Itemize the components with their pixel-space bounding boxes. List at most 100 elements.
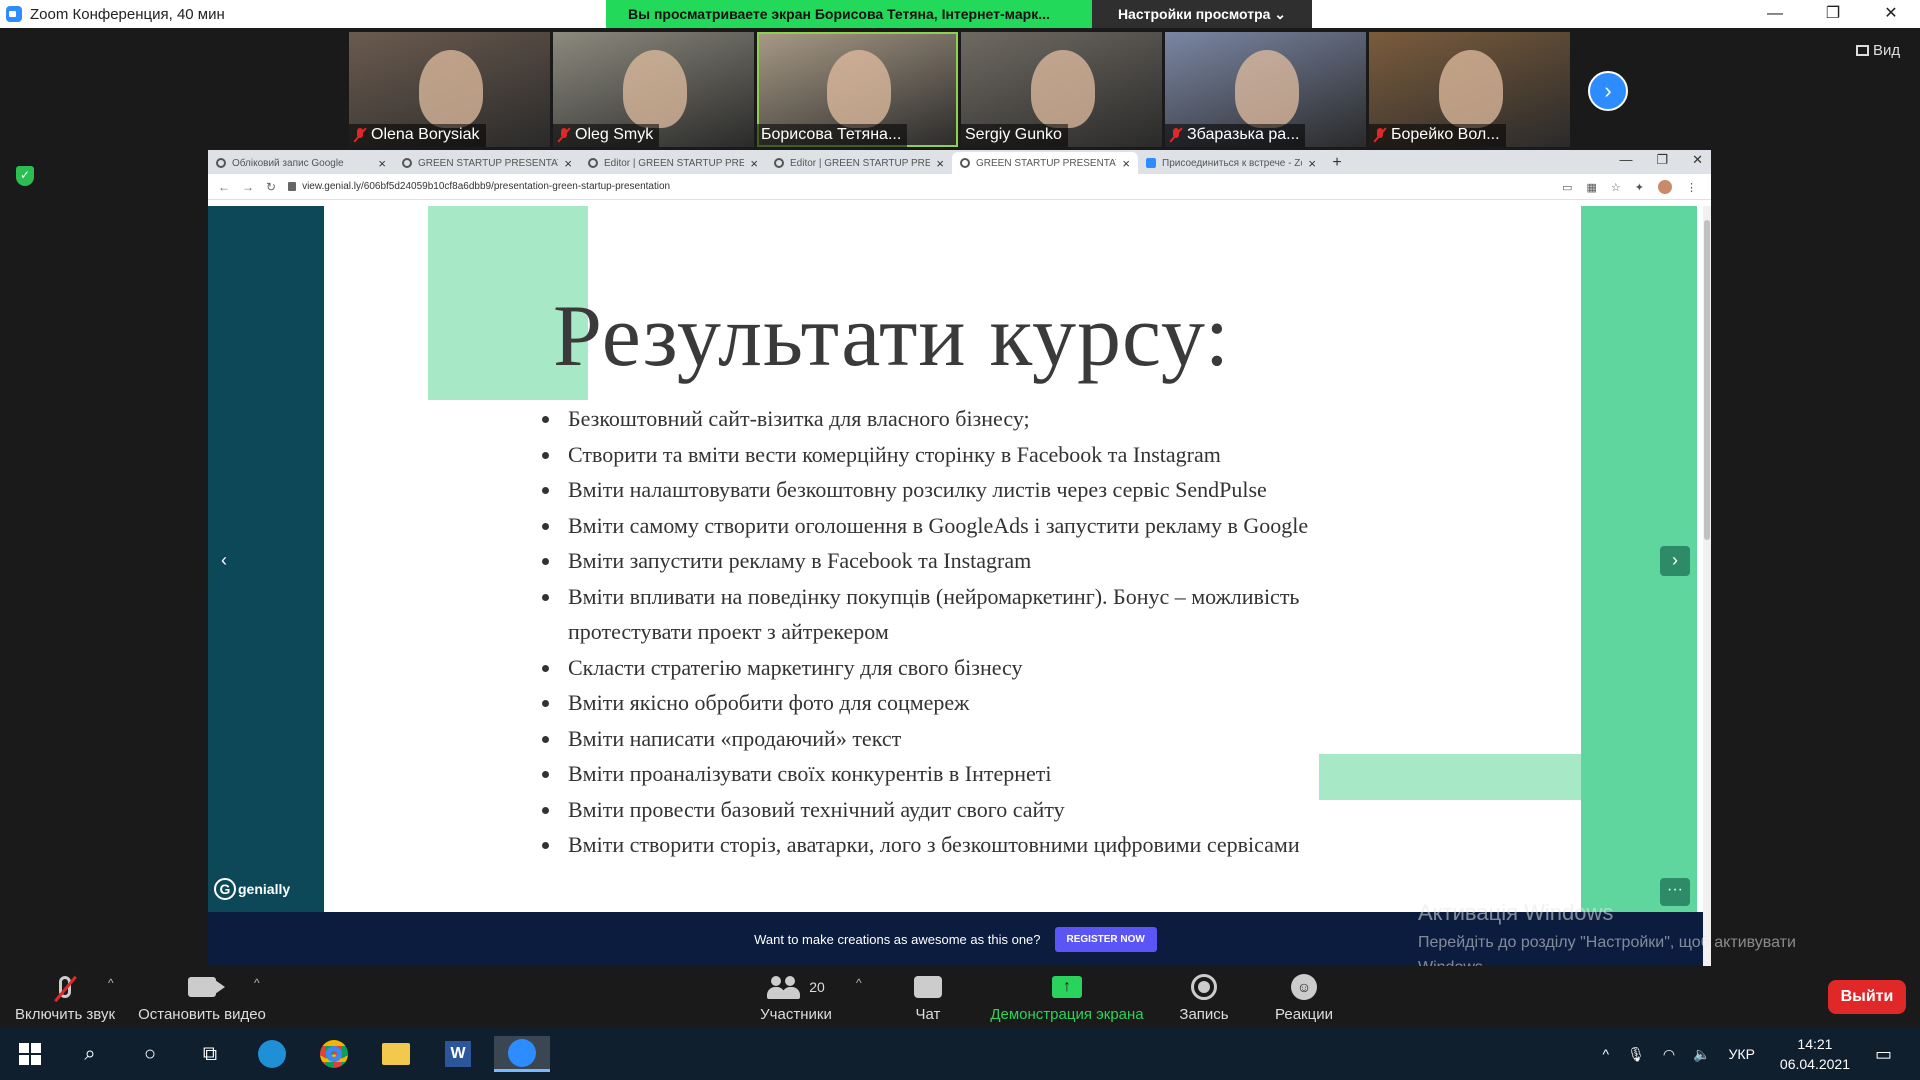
participant-thumbnail[interactable]: Борисова Тетяна... bbox=[757, 32, 958, 147]
clock-time: 14:21 bbox=[1797, 1036, 1833, 1052]
microphone-tray-icon[interactable]: 🎙 bbox=[1627, 1046, 1645, 1063]
participants-button[interactable]: 20 Участники bbox=[752, 972, 840, 1023]
browser-tab-bar: Обліковий запис Google × GREEN STARTUP PRE… bbox=[208, 150, 1711, 174]
new-tab-button[interactable]: + bbox=[1324, 152, 1350, 174]
participant-name-tag: Sergiy Gunko bbox=[961, 124, 1068, 147]
chat-button[interactable]: Чат bbox=[902, 972, 954, 1023]
participants-options-caret-icon[interactable]: ^ bbox=[856, 976, 862, 990]
cortana-icon[interactable]: ○ bbox=[132, 1036, 168, 1072]
network-icon[interactable]: ◠ bbox=[1663, 1046, 1675, 1063]
browser-tab[interactable]: Editor | GREEN STARTUP PRESEN × bbox=[766, 152, 952, 174]
slide-bullet-item: Вміти самому створити оголошення в Googl… bbox=[538, 508, 1418, 544]
stop-video-button[interactable]: Остановить видео bbox=[136, 972, 268, 1023]
minimize-button[interactable]: — bbox=[1746, 0, 1804, 28]
file-explorer-icon[interactable] bbox=[378, 1036, 414, 1072]
language-indicator[interactable]: УКР bbox=[1729, 1046, 1755, 1062]
audio-options-caret-icon[interactable]: ^ bbox=[108, 976, 114, 990]
participant-thumbnail-strip: Olena Borysiak Oleg Smyk Борисова Тетяна..… bbox=[349, 32, 1570, 147]
edge-browser-icon[interactable] bbox=[254, 1036, 290, 1072]
task-view-icon[interactable]: ⧉ bbox=[192, 1036, 228, 1072]
participant-video bbox=[1439, 50, 1503, 128]
browser-minimize-button[interactable]: — bbox=[1619, 152, 1632, 168]
page-scrollbar[interactable] bbox=[1703, 206, 1711, 968]
url-field[interactable]: view.genial.ly/606bf5d24059b10cf8a6dbb9/… bbox=[288, 181, 670, 192]
back-icon[interactable]: ← bbox=[218, 180, 230, 194]
cast-icon[interactable]: ▭ bbox=[1562, 181, 1572, 194]
muted-mic-icon bbox=[353, 127, 367, 143]
view-options-button[interactable]: Настройки просмотра ⌄ bbox=[1092, 0, 1312, 28]
browser-maximize-button[interactable]: ❐ bbox=[1656, 152, 1668, 168]
genially-icon bbox=[402, 158, 412, 168]
participant-thumbnail[interactable]: Olena Borysiak bbox=[349, 32, 550, 147]
browser-tab[interactable]: Обліковий запис Google × bbox=[208, 152, 394, 174]
slide-bullet-item: Скласти стратегію маркетингу для свого б… bbox=[538, 650, 1418, 686]
participant-name: Sergiy Gunko bbox=[965, 126, 1062, 143]
grid-view-icon bbox=[1856, 45, 1869, 56]
muted-microphone-icon bbox=[59, 976, 71, 998]
view-button[interactable]: Вид bbox=[1856, 42, 1900, 59]
participant-video bbox=[623, 50, 687, 128]
tab-title: GREEN STARTUP PRESENTATION bbox=[418, 157, 558, 169]
windows-start-icon[interactable] bbox=[12, 1036, 48, 1072]
taskbar-clock[interactable]: 14:21 06.04.2021 bbox=[1780, 1034, 1850, 1074]
participant-thumbnail[interactable]: Sergiy Gunko bbox=[961, 32, 1162, 147]
slide-bullet-item: Вміти якісно обробити фото для соцмереж bbox=[538, 685, 1418, 721]
genially-icon bbox=[960, 158, 970, 168]
extensions-icon[interactable]: ✦ bbox=[1635, 181, 1644, 194]
lock-icon bbox=[288, 182, 297, 191]
bookmark-star-icon[interactable]: ☆ bbox=[1611, 181, 1621, 194]
browser-address-bar: ← → ↻ view.genial.ly/606bf5d24059b10cf8a… bbox=[208, 174, 1711, 200]
word-icon[interactable]: W bbox=[440, 1036, 476, 1072]
tab-title: Editor | GREEN STARTUP PRESEN bbox=[790, 157, 931, 169]
presentation-viewport: Результати курсу: Безкоштовний сайт-візи… bbox=[208, 206, 1703, 912]
search-icon[interactable]: ⌕ bbox=[72, 1036, 108, 1072]
maximize-button[interactable]: ❐ bbox=[1804, 0, 1862, 28]
volume-icon[interactable]: 🔈 bbox=[1693, 1046, 1710, 1063]
register-now-button[interactable]: REGISTER NOW bbox=[1054, 926, 1157, 952]
previous-slide-button[interactable]: ‹ bbox=[209, 546, 239, 576]
menu-dots-icon[interactable]: ⋮ bbox=[1686, 181, 1697, 194]
zoom-taskbar-icon[interactable] bbox=[494, 1036, 550, 1072]
close-tab-icon[interactable]: × bbox=[750, 156, 758, 171]
record-button[interactable]: Запись bbox=[1172, 972, 1236, 1023]
browser-tab[interactable]: Editor | GREEN STARTUP PRESEN × bbox=[580, 152, 766, 174]
close-tab-icon[interactable]: × bbox=[936, 156, 944, 171]
next-slide-button[interactable]: › bbox=[1660, 546, 1690, 576]
close-tab-icon[interactable]: × bbox=[378, 156, 386, 171]
video-options-caret-icon[interactable]: ^ bbox=[254, 976, 260, 990]
leave-meeting-button[interactable]: Выйти bbox=[1828, 980, 1906, 1014]
browser-close-button[interactable]: ✕ bbox=[1692, 152, 1703, 168]
chrome-browser-icon[interactable] bbox=[316, 1036, 352, 1072]
browser-tab[interactable]: GREEN STARTUP PRESENTATION × bbox=[394, 152, 580, 174]
participants-count: 20 bbox=[809, 979, 825, 995]
genially-logo[interactable]: G genially bbox=[214, 878, 290, 900]
participant-name: Oleg Smyk bbox=[575, 126, 654, 143]
record-label: Запись bbox=[1179, 1006, 1229, 1023]
tab-title: Editor | GREEN STARTUP PRESEN bbox=[604, 157, 745, 169]
scrollbar-thumb[interactable] bbox=[1704, 220, 1710, 540]
participant-thumbnail[interactable]: Збаразька ра... bbox=[1165, 32, 1366, 147]
address-bar-icons: ▭ ▦ ☆ ✦ ⋮ bbox=[1562, 180, 1697, 194]
next-page-arrow-icon[interactable]: › bbox=[1588, 71, 1628, 111]
slide-bullet-item: Вміти провести базовий технічний аудит с… bbox=[538, 792, 1418, 828]
qr-icon[interactable]: ▦ bbox=[1587, 181, 1597, 194]
unmute-button[interactable]: Включить звук bbox=[12, 972, 118, 1023]
participant-thumbnail[interactable]: Oleg Smyk bbox=[553, 32, 754, 147]
close-tab-icon[interactable]: × bbox=[1122, 156, 1130, 171]
view-label: Вид bbox=[1873, 42, 1901, 59]
tray-expand-icon[interactable]: ^ bbox=[1603, 1046, 1610, 1062]
profile-avatar[interactable] bbox=[1658, 180, 1672, 194]
browser-window-controls: — ❐ ✕ bbox=[1619, 152, 1703, 168]
participant-thumbnail[interactable]: Борейко Вол... bbox=[1369, 32, 1570, 147]
share-screen-button[interactable]: ↑ Демонстрация экрана bbox=[982, 972, 1152, 1023]
notifications-icon[interactable]: ▭ bbox=[1875, 1044, 1892, 1065]
browser-tab[interactable]: Присоединиться к встрече - Zo × bbox=[1138, 152, 1324, 174]
reload-icon[interactable]: ↻ bbox=[266, 180, 276, 194]
close-button[interactable]: ✕ bbox=[1862, 0, 1920, 28]
close-tab-icon[interactable]: × bbox=[1308, 156, 1316, 171]
browser-tab[interactable]: GREEN STARTUP PRESENTATION × bbox=[952, 152, 1138, 174]
reactions-button[interactable]: ☺ Реакции bbox=[1266, 972, 1342, 1023]
encryption-shield-icon[interactable]: ✓ bbox=[16, 166, 34, 186]
forward-icon[interactable]: → bbox=[242, 180, 254, 194]
close-tab-icon[interactable]: × bbox=[564, 156, 572, 171]
